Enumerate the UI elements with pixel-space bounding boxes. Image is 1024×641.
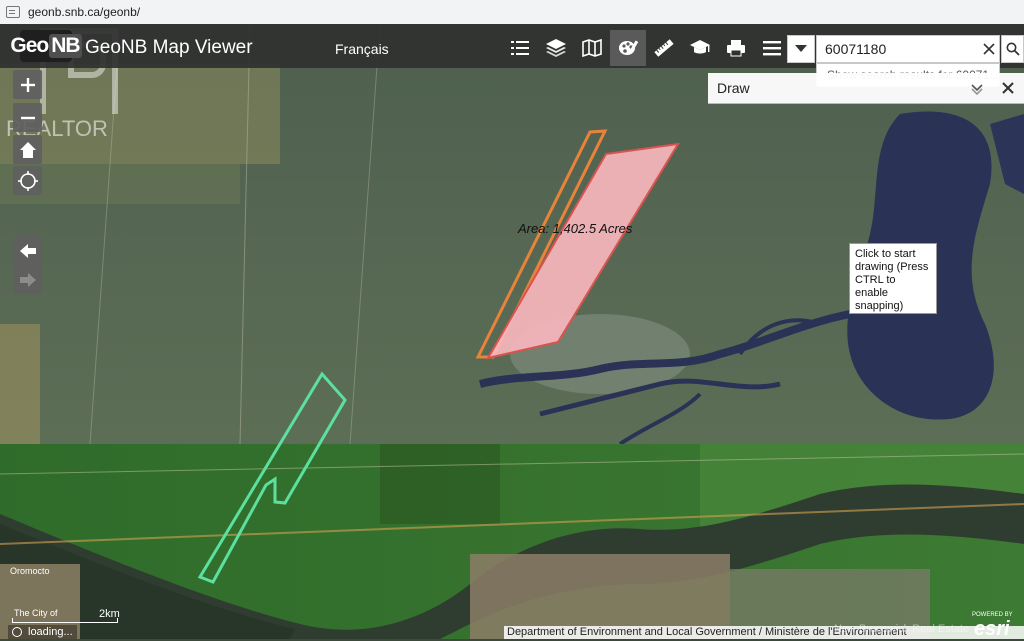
zoom-out-button[interactable] [13,103,42,132]
place-label-city: The City of [14,608,58,618]
print-icon [727,40,745,57]
measure-button[interactable] [646,30,682,66]
draw-icon [619,40,639,55]
basemap-button[interactable] [574,30,610,66]
logo-text-nb: NB [49,34,82,58]
place-label-oromocto: Oromocto [10,566,50,576]
language-link[interactable]: Français [335,41,389,57]
arrow-left-icon [19,243,36,258]
search-source-dropdown[interactable] [787,35,815,63]
search-clear-button[interactable] [979,38,999,60]
area-measurement-label: Area: 1,402.5 Acres [518,221,633,236]
toolbar [502,30,790,66]
draw-tooltip: Click to start drawing (Press CTRL to en… [849,243,937,314]
draw-panel-header: Draw [708,73,1024,104]
geonb-logo: Geo NB [10,30,82,62]
scale-bar [12,618,118,623]
close-icon [983,43,995,55]
real-estate-watermark: New Brunswick Real Estate [834,623,970,635]
measure-icon [654,39,674,57]
chevron-down-icon [795,45,807,52]
spinner-icon [12,627,22,637]
logo-text-geo: Geo [10,34,49,57]
locate-icon [17,170,38,191]
menu-button[interactable] [754,30,790,66]
layers-button[interactable] [538,30,574,66]
locate-button[interactable] [13,166,42,195]
draw-panel-title: Draw [717,80,750,96]
zoom-in-button[interactable] [13,70,42,99]
search-input[interactable]: 60071180 [816,35,1000,63]
next-extent-button[interactable] [13,265,42,294]
search-icon [1006,42,1020,56]
layer-list-button[interactable] [502,30,538,66]
minus-icon [20,116,35,119]
close-icon[interactable] [1000,80,1016,96]
site-settings-icon[interactable] [6,6,20,18]
map-canvas[interactable] [0,24,1024,639]
url-text[interactable]: geonb.snb.ca/geonb/ [28,5,140,19]
layers-icon [546,39,566,57]
esri-logo[interactable]: esri [974,618,1010,641]
layer-list-icon [511,41,529,55]
print-button[interactable] [718,30,754,66]
draw-button[interactable] [610,30,646,66]
collapse-icon[interactable] [970,81,984,95]
home-icon [19,141,36,158]
plus-icon [20,77,35,92]
education-button[interactable] [682,30,718,66]
previous-extent-button[interactable] [13,236,42,265]
loading-text: loading... [28,626,73,638]
search-button[interactable] [1001,35,1024,63]
loading-indicator: loading... [8,625,77,639]
satellite-imagery [0,24,1024,639]
basemap-icon [582,38,602,58]
home-button[interactable] [13,135,42,164]
education-icon [690,40,710,54]
menu-icon [763,41,781,56]
browser-url-bar[interactable]: geonb.snb.ca/geonb/ [0,0,1024,25]
arrow-right-icon [19,272,36,287]
app-title: GeoNB Map Viewer [85,37,253,58]
